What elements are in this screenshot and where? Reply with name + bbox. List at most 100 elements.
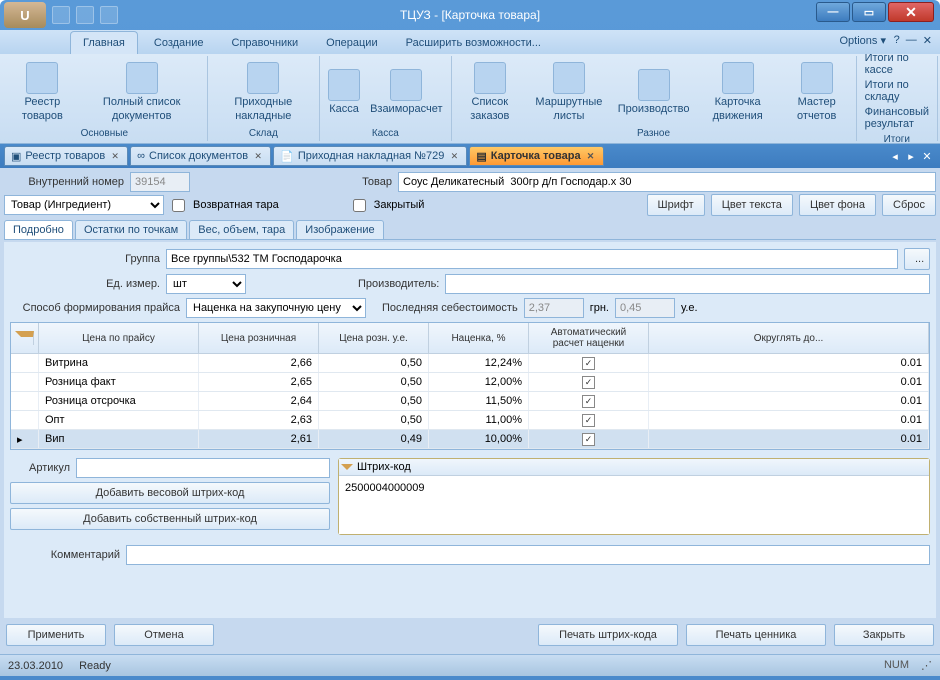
qat-doc-icon[interactable]: [100, 6, 118, 24]
close-icon[interactable]: ✕: [252, 150, 264, 162]
table-row[interactable]: Розница отсрочка2,640,5011,50%✓0.01: [11, 392, 929, 411]
group-label: Группа: [10, 253, 160, 265]
ribbon-incoming[interactable]: Приходные накладные: [212, 58, 315, 127]
card-icon: [722, 62, 754, 94]
col-round[interactable]: Округлять до...: [649, 323, 929, 353]
ribbon-settlement[interactable]: Взаиморасчет: [366, 58, 446, 127]
side-link-cash[interactable]: Итоги по кассе: [865, 52, 929, 76]
ribbon-tab-reference[interactable]: Справочники: [220, 32, 311, 54]
status-ready: Ready: [79, 660, 111, 672]
options-button[interactable]: Options ▾: [840, 34, 887, 47]
table-row[interactable]: ▸Вип2,610,4910,00%✓0.01: [11, 430, 929, 449]
col-auto[interactable]: Автоматический расчет наценки: [529, 323, 649, 353]
side-link-stock[interactable]: Итоги по складу: [865, 79, 929, 103]
qat-dropdown-icon[interactable]: [76, 6, 94, 24]
tab-next-icon[interactable]: ▸: [904, 149, 918, 163]
ribbon-report-master[interactable]: Мастер отчетов: [782, 58, 852, 127]
comment-label: Комментарий: [10, 549, 120, 561]
inner-tab-detail[interactable]: Подробно: [4, 220, 73, 239]
card-icon: ▤: [476, 150, 486, 163]
gear-icon: [638, 69, 670, 101]
col-price-by[interactable]: Цена по прайсу: [39, 323, 199, 353]
maker-label: Производитель:: [358, 278, 439, 290]
cancel-button[interactable]: Отмена: [114, 624, 214, 646]
closed-checkbox[interactable]: [353, 199, 366, 212]
apply-button[interactable]: Применить: [6, 624, 106, 646]
close-button[interactable]: ✕: [888, 2, 934, 22]
print-price-button[interactable]: Печать ценника: [686, 624, 826, 646]
statusbar: 23.03.2010 Ready NUM ⋰: [0, 654, 940, 676]
unit-label: Ед. измер.: [10, 278, 160, 290]
inner-tab-image[interactable]: Изображение: [296, 220, 383, 239]
price-method-select[interactable]: Наценка на закупочную цену: [186, 298, 366, 318]
doc-tab-doclist[interactable]: ∞Список документов✕: [130, 146, 271, 166]
ribbon-tab-main[interactable]: Главная: [70, 31, 138, 54]
close-icon[interactable]: ✕: [448, 150, 460, 162]
doc-tab-invoice[interactable]: 📄Приходная накладная №729✕: [273, 146, 467, 166]
app-close-icon[interactable]: ✕: [923, 34, 932, 47]
col-markup[interactable]: Наценка, %: [429, 323, 529, 353]
doc-tab-product-card[interactable]: ▤Карточка товара✕: [469, 146, 603, 166]
reset-button[interactable]: Сброс: [882, 194, 936, 216]
ribbon-group-label: Основные: [6, 127, 203, 139]
comment-field[interactable]: [126, 545, 930, 565]
cash-icon: [328, 69, 360, 101]
ribbon-tab-create[interactable]: Создание: [142, 32, 216, 54]
product-field[interactable]: [398, 172, 936, 192]
group-browse-button[interactable]: ...: [904, 248, 930, 270]
internal-num-label: Внутренний номер: [4, 176, 124, 188]
inner-tab-stock[interactable]: Остатки по точкам: [75, 220, 187, 239]
table-row[interactable]: Розница факт2,650,5012,00%✓0.01: [11, 373, 929, 392]
ribbon-kassa[interactable]: Касса: [324, 58, 364, 127]
product-type-select[interactable]: Товар (Ингредиент): [4, 195, 164, 215]
infinity-icon: ∞: [137, 150, 145, 162]
ribbon-orders[interactable]: Список заказов: [456, 58, 525, 127]
last-cost-field: [524, 298, 584, 318]
add-own-barcode-button[interactable]: Добавить собственный штрих-код: [10, 508, 330, 530]
ribbon-routes[interactable]: Маршрутные листы: [526, 58, 612, 127]
unit-select[interactable]: шт: [166, 274, 246, 294]
maximize-button[interactable]: ▭: [852, 2, 886, 22]
article-field[interactable]: [76, 458, 330, 478]
barcode-value[interactable]: 2500004000009: [345, 482, 923, 494]
add-weight-barcode-button[interactable]: Добавить весовой штрих-код: [10, 482, 330, 504]
tab-close-all-icon[interactable]: ✕: [920, 149, 934, 163]
group-field[interactable]: [166, 249, 898, 269]
ribbon-production[interactable]: Производство: [614, 58, 694, 127]
ribbon-full-list[interactable]: Полный список документов: [81, 58, 203, 127]
tab-prev-icon[interactable]: ◂: [888, 149, 902, 163]
last-cost-ue-field: [615, 298, 675, 318]
text-color-button[interactable]: Цвет текста: [711, 194, 793, 216]
side-link-finance[interactable]: Финансовый результат: [865, 106, 929, 130]
return-tara-checkbox[interactable]: [172, 199, 185, 212]
ribbon-registry-products[interactable]: Реестр товаров: [6, 58, 79, 127]
ribbon-tab-extend[interactable]: Расширить возможности...: [394, 32, 553, 54]
bottom-buttons: Применить Отмена Печать штрих-кода Печат…: [4, 620, 936, 650]
resize-grip-icon[interactable]: ⋰: [921, 659, 932, 672]
price-grid[interactable]: Цена по прайсу Цена розничная Цена розн.…: [10, 322, 930, 450]
doc-tab-registry[interactable]: ▣Реестр товаров✕: [4, 146, 128, 166]
table-row[interactable]: Витрина2,660,5012,24%✓0.01: [11, 354, 929, 373]
table-row[interactable]: Опт2,630,5011,00%✓0.01: [11, 411, 929, 430]
col-retail-ue[interactable]: Цена розн. у.е.: [319, 323, 429, 353]
col-retail[interactable]: Цена розничная: [199, 323, 319, 353]
product-label: Товар: [352, 176, 392, 188]
internal-num-field[interactable]: [130, 172, 190, 192]
minimize-ribbon-icon[interactable]: —: [906, 34, 917, 47]
ribbon-card-movement[interactable]: Карточка движения: [696, 58, 780, 127]
minimize-button[interactable]: —: [816, 2, 850, 22]
book-icon: ▣: [11, 150, 21, 163]
ribbon-group-label: Разное: [456, 127, 852, 139]
print-barcode-button[interactable]: Печать штрих-кода: [538, 624, 678, 646]
qat-new-icon[interactable]: [52, 6, 70, 24]
close-card-button[interactable]: Закрыть: [834, 624, 934, 646]
font-button[interactable]: Шрифт: [647, 194, 705, 216]
barcode-list[interactable]: 2500004000009: [339, 476, 929, 534]
help-icon[interactable]: ?: [894, 34, 900, 47]
ribbon-tab-ops[interactable]: Операции: [314, 32, 389, 54]
maker-field[interactable]: [445, 274, 930, 294]
bg-color-button[interactable]: Цвет фона: [799, 194, 876, 216]
close-icon[interactable]: ✕: [585, 150, 597, 162]
close-icon[interactable]: ✕: [109, 150, 121, 162]
inner-tab-weight[interactable]: Вес, объем, тара: [189, 220, 294, 239]
